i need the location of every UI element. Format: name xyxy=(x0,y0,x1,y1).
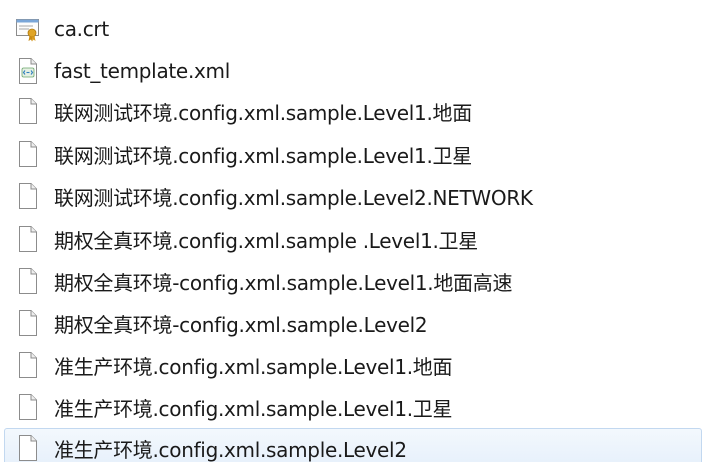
file-row-qiquan-level1-dimian-gaosu[interactable]: 期权全真环境-config.xml.sample.Level1.地面高速 xyxy=(4,261,702,301)
file-list: ca.crt fast_template.xml 联网测试环境.config.x… xyxy=(0,0,707,462)
certificate-icon xyxy=(13,14,43,44)
xml-file-icon xyxy=(13,56,43,86)
file-name: 准生产环境.config.xml.sample.Level2 xyxy=(54,437,407,462)
blank-file-icon xyxy=(13,392,43,422)
file-name: ca.crt xyxy=(54,17,109,41)
file-name: fast_template.xml xyxy=(54,59,230,83)
blank-file-icon xyxy=(13,96,43,126)
file-row-lianwang-level1-weixing[interactable]: 联网测试环境.config.xml.sample.Level1.卫星 xyxy=(4,134,702,174)
file-row-zhunshengchan-level2[interactable]: 准生产环境.config.xml.sample.Level2 xyxy=(4,428,702,462)
file-row-fast-template-xml[interactable]: fast_template.xml xyxy=(4,51,702,91)
blank-file-icon xyxy=(13,433,43,462)
file-row-qiquan-level2[interactable]: 期权全真环境-config.xml.sample.Level2 xyxy=(4,303,702,343)
file-name: 准生产环境.config.xml.sample.Level1.地面 xyxy=(54,354,453,379)
file-name: 期权全真环境-config.xml.sample.Level2 xyxy=(54,312,428,337)
file-name: 准生产环境.config.xml.sample.Level1.卫星 xyxy=(54,396,453,421)
file-row-zhunshengchan-level1-dimian[interactable]: 准生产环境.config.xml.sample.Level1.地面 xyxy=(4,345,702,385)
file-row-lianwang-level2-network[interactable]: 联网测试环境.config.xml.sample.Level2.NETWORK xyxy=(4,176,702,216)
blank-file-icon xyxy=(13,266,43,296)
file-name: 联网测试环境.config.xml.sample.Level1.地面 xyxy=(54,100,472,125)
file-row-qiquan-level1-weixing[interactable]: 期权全真环境.config.xml.sample .Level1.卫星 xyxy=(4,219,702,259)
blank-file-icon xyxy=(13,139,43,169)
file-name: 期权全真环境-config.xml.sample.Level1.地面高速 xyxy=(54,270,513,295)
file-name: 期权全真环境.config.xml.sample .Level1.卫星 xyxy=(54,228,478,253)
blank-file-icon xyxy=(13,224,43,254)
file-row-zhunshengchan-level1-weixing[interactable]: 准生产环境.config.xml.sample.Level1.卫星 xyxy=(4,387,702,427)
blank-file-icon xyxy=(13,181,43,211)
blank-file-icon xyxy=(13,350,43,380)
file-name: 联网测试环境.config.xml.sample.Level1.卫星 xyxy=(54,143,472,168)
file-row-lianwang-level1-dimian[interactable]: 联网测试环境.config.xml.sample.Level1.地面 xyxy=(4,91,702,131)
file-row-ca-crt[interactable]: ca.crt xyxy=(4,9,702,49)
file-name: 联网测试环境.config.xml.sample.Level2.NETWORK xyxy=(54,185,533,210)
blank-file-icon xyxy=(13,308,43,338)
